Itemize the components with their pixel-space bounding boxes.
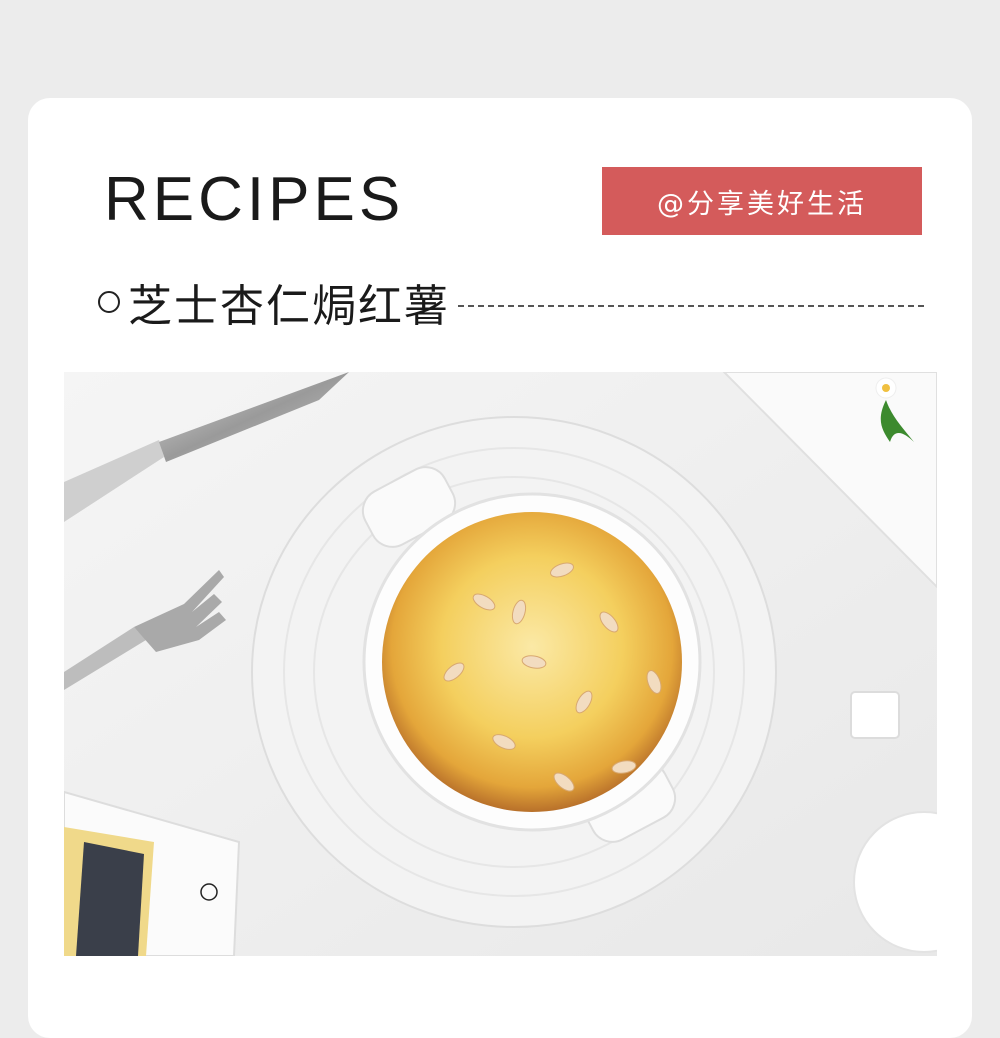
share-tag-button[interactable]: @分享美好生活	[602, 167, 922, 235]
recipe-name-row: 芝士杏仁焗红薯	[98, 272, 924, 332]
recipe-name: 芝士杏仁焗红薯	[128, 281, 450, 332]
dashed-divider	[458, 305, 924, 307]
page-title: RECIPES	[104, 165, 405, 234]
baked-dish-icon	[64, 372, 937, 956]
recipe-photo	[64, 372, 937, 956]
circle-bullet-icon	[98, 291, 120, 313]
